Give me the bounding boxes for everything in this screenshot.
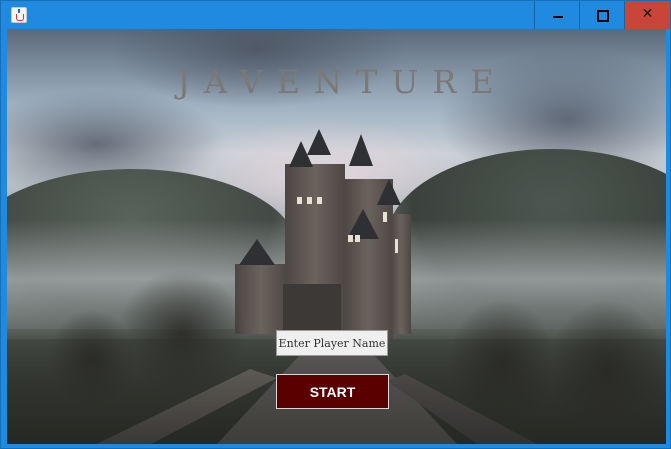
main-panel: JAVENTURE START (7, 29, 666, 444)
maximize-button[interactable] (579, 1, 624, 29)
start-button[interactable]: START (276, 374, 389, 409)
close-button[interactable]: ✕ (624, 1, 670, 29)
game-title: JAVENTURE (177, 63, 508, 101)
close-icon: ✕ (641, 6, 654, 22)
java-cup-icon (11, 7, 27, 23)
app-window: ✕ JAVENTURE Enter Player Name START (0, 0, 671, 449)
title-bar[interactable]: ✕ (1, 1, 670, 29)
minimize-button[interactable] (534, 1, 579, 29)
player-name-input[interactable] (276, 330, 388, 356)
